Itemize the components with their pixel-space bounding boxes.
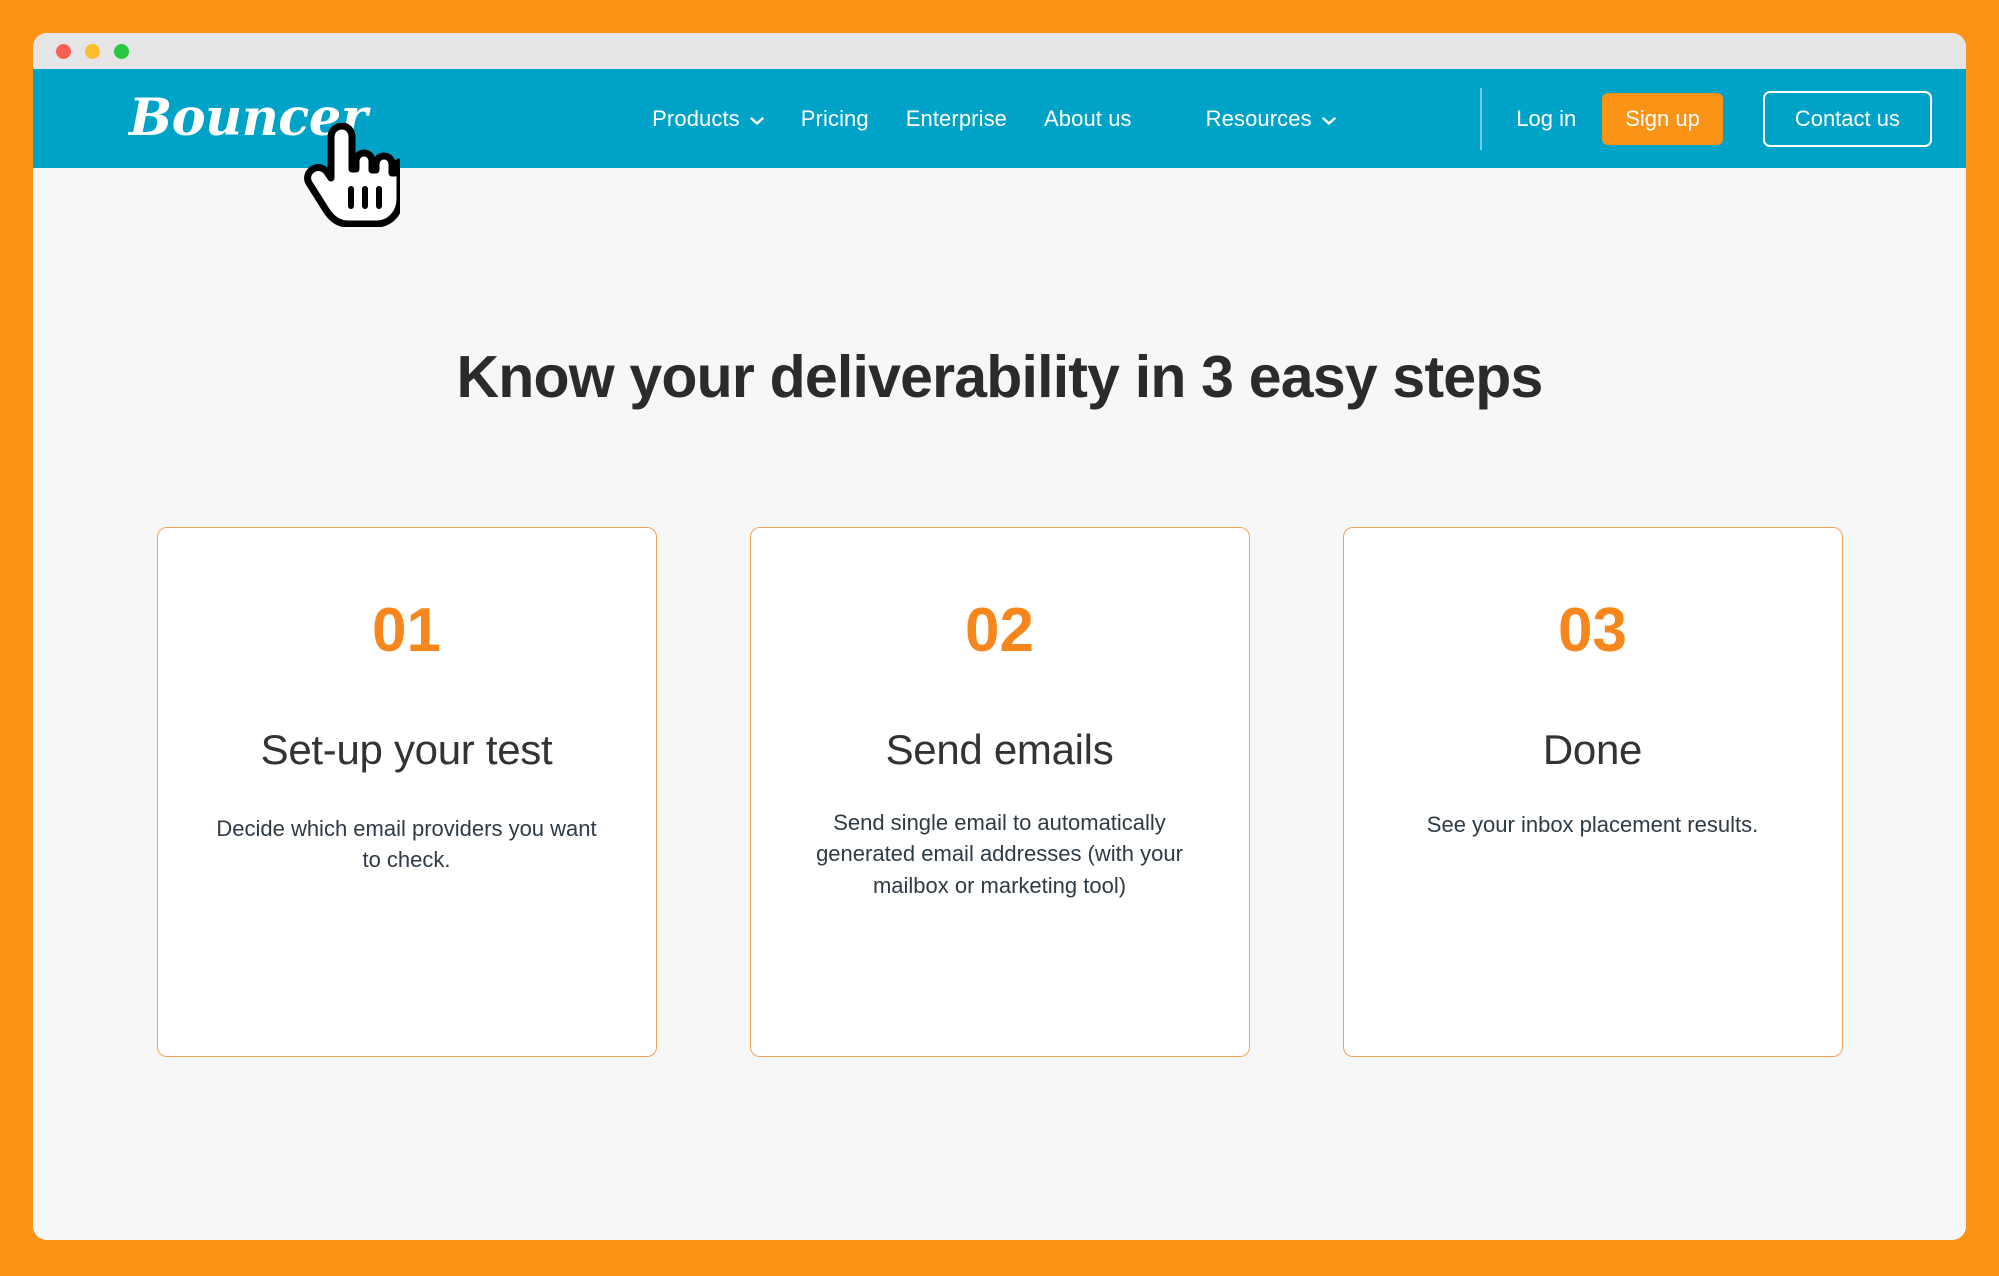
steps-card-grid: 01 Set-up your test Decide which email p… (156, 527, 1843, 1057)
site-navbar: Bouncer Products Pricing Enterprise Abou… (33, 69, 1966, 168)
nav-item-enterprise[interactable]: Enterprise (906, 106, 1007, 132)
page-content: Know your deliverability in 3 easy steps… (33, 168, 1966, 1240)
browser-titlebar (33, 33, 1966, 69)
bouncer-logo[interactable]: Bouncer (129, 93, 368, 144)
nav-item-about-us-label: About us (1044, 105, 1132, 131)
window-minimize-button[interactable] (85, 43, 100, 59)
signup-button[interactable]: Sign up (1602, 92, 1723, 145)
step-description: See your inbox placement results. (1426, 812, 1759, 838)
nav-item-pricing-label: Pricing (800, 105, 869, 131)
page-title: Know your deliverability in 3 easy steps (456, 344, 1543, 410)
nav-item-products[interactable]: Products (652, 106, 764, 132)
step-card-2: 02 Send emails Send single email to auto… (749, 527, 1250, 1057)
step-title: Set-up your test (260, 726, 553, 773)
step-description: Send single email to automatically gener… (816, 810, 1183, 898)
step-number: 02 (965, 596, 1034, 665)
window-maximize-button[interactable] (114, 43, 129, 59)
nav-links: Products Pricing Enterprise About us Res… (652, 106, 1336, 132)
browser-window: Bouncer Products Pricing Enterprise Abou… (33, 33, 1966, 1240)
contact-us-button[interactable]: Contact us (1762, 90, 1932, 147)
nav-divider (1480, 87, 1483, 150)
chevron-down-icon (750, 116, 764, 125)
step-number: 03 (1558, 596, 1627, 665)
step-card-1: 01 Set-up your test Decide which email p… (156, 527, 657, 1057)
step-title: Send emails (885, 726, 1114, 773)
step-card-3: 03 Done See your inbox placement results… (1342, 527, 1843, 1057)
nav-item-resources-label: Resources (1205, 105, 1312, 131)
nav-item-about-us[interactable]: About us (1044, 106, 1132, 132)
step-description: Decide which email providers you want to… (216, 816, 597, 873)
window-close-button[interactable] (56, 43, 71, 59)
step-number: 01 (372, 596, 441, 665)
step-title: Done (1542, 726, 1643, 773)
login-link[interactable]: Log in (1516, 106, 1576, 132)
nav-actions: Log in Sign up Contact us (1470, 87, 1932, 150)
nav-item-resources[interactable]: Resources (1206, 106, 1336, 132)
chevron-down-icon (1322, 116, 1336, 125)
nav-item-enterprise-label: Enterprise (905, 105, 1008, 131)
nav-item-products-label: Products (652, 105, 740, 131)
nav-item-pricing[interactable]: Pricing (801, 106, 869, 132)
